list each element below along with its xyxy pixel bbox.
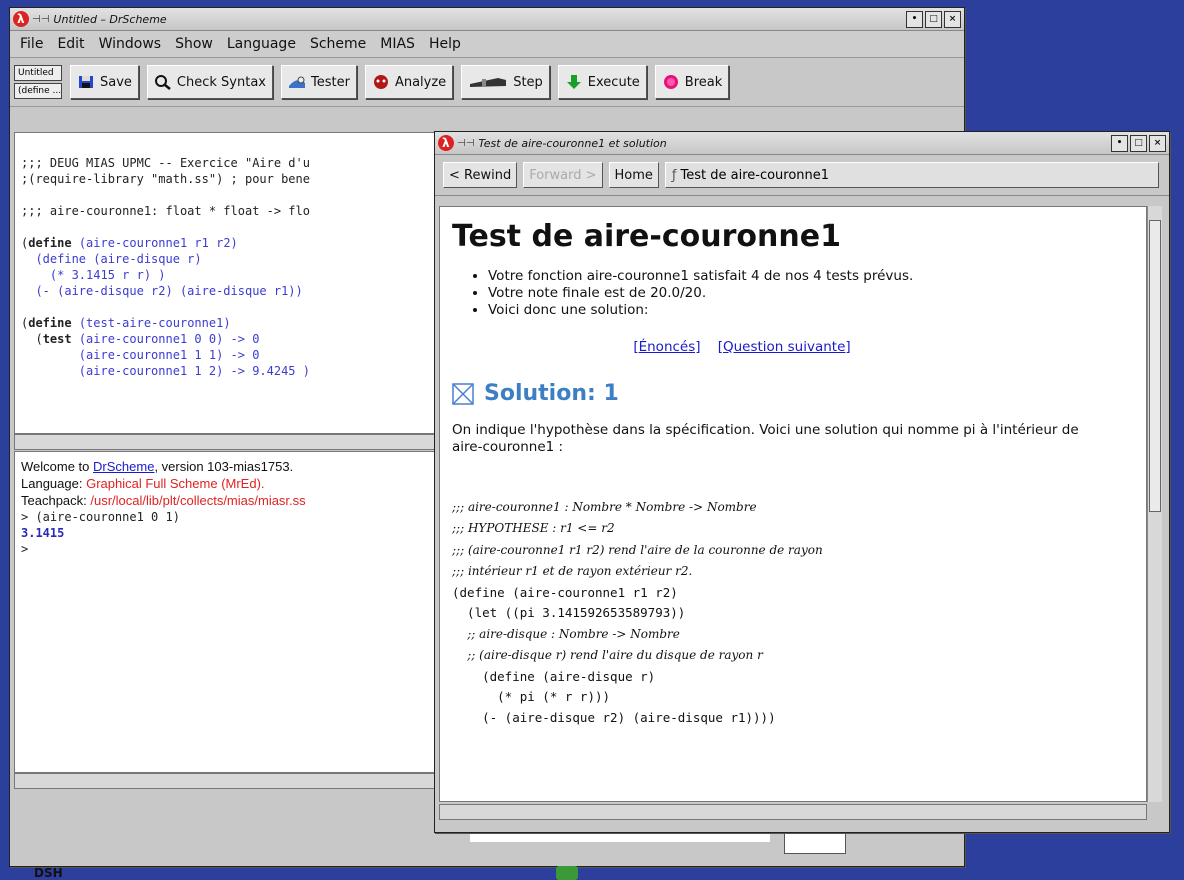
- save-button[interactable]: Save: [70, 65, 139, 99]
- execute-button[interactable]: Execute: [557, 65, 647, 99]
- code-line: (test-aire-couronne1): [78, 316, 231, 330]
- define-menu-button[interactable]: (define ...): [14, 83, 62, 99]
- analyze-button[interactable]: Analyze: [364, 65, 454, 99]
- minimize-button[interactable]: •: [1111, 134, 1128, 152]
- menu-edit[interactable]: Edit: [57, 36, 84, 52]
- taskbar-label[interactable]: DSH: [34, 866, 63, 880]
- rewind-button[interactable]: < Rewind: [443, 162, 518, 188]
- menu-language[interactable]: Language: [227, 36, 296, 52]
- list-item: Voici donc une solution:: [488, 302, 1146, 319]
- stop-icon: [663, 75, 678, 89]
- help-navbar: < Rewind Forward > Home ƒ Test de aire-c…: [435, 155, 1169, 196]
- page-title: Test de aire-couronne1: [452, 219, 841, 254]
- page-icon: ƒ: [671, 167, 677, 183]
- filename-button[interactable]: Untitled: [14, 65, 62, 81]
- code-comment: ;;; aire-couronne1 : Nombre * Nombre -> …: [452, 499, 757, 514]
- break-button[interactable]: Break: [654, 65, 730, 99]
- drscheme-titlebar[interactable]: λ ⊣⊣ Untitled – DrScheme • □ ×: [10, 8, 964, 31]
- magnifier-icon: [154, 75, 171, 90]
- code-line: (aire-couronne1 r1 r2): [78, 236, 238, 250]
- drscheme-logo-icon: λ: [13, 11, 29, 27]
- maximize-button[interactable]: □: [1130, 134, 1147, 152]
- toolbar: Untitled (define ...) Save Check Syntax …: [10, 58, 964, 107]
- step-foot-icon: [470, 78, 507, 87]
- tester-icon: [289, 76, 305, 88]
- status-field: [784, 832, 846, 854]
- code-comment: ;;; (aire-couronne1 r1 r2) rend l'aire d…: [452, 542, 823, 557]
- help-vscrollbar[interactable]: [1147, 206, 1162, 802]
- pin-icon[interactable]: ⊣⊣: [457, 138, 474, 149]
- minimize-button[interactable]: •: [906, 10, 923, 28]
- collapse-box-icon[interactable]: [452, 382, 474, 405]
- code-line: (- (aire-disque r2) (aire-disque r1)))): [452, 709, 776, 725]
- pin-icon[interactable]: ⊣⊣: [32, 14, 49, 25]
- scroll-thumb[interactable]: [1149, 220, 1161, 512]
- analyze-bug-icon: [373, 75, 388, 89]
- down-arrow-icon: [566, 75, 581, 89]
- next-question-link[interactable]: [Question suivante]: [718, 339, 851, 355]
- code-line: (aire-couronne1 0 0) -> 0: [78, 332, 260, 346]
- close-button[interactable]: ×: [1149, 134, 1166, 152]
- code-line: (* pi (* r r))): [452, 689, 611, 704]
- code-keyword: define: [28, 236, 72, 250]
- help-content[interactable]: Test de aire-couronne1 Votre fonction ai…: [439, 206, 1147, 802]
- code-line: (aire-couronne1 1 2) -> 9.4245 ): [78, 364, 310, 378]
- code-line: (define (aire-disque r): [21, 252, 202, 266]
- code-comment: ;;; HYPOTHESE : r1 <= r2: [452, 521, 615, 535]
- list-item: Votre fonction aire-couronne1 satisfait …: [488, 268, 1146, 285]
- result-list: Votre fonction aire-couronne1 satisfait …: [452, 268, 1146, 319]
- check-syntax-button[interactable]: Check Syntax: [146, 65, 273, 99]
- code-comment: ;(require-library "math.ss") ; pour bene: [21, 172, 310, 186]
- menu-bar: File Edit Windows Show Language Scheme M…: [10, 31, 964, 58]
- menu-file[interactable]: File: [20, 36, 43, 52]
- tester-button[interactable]: Tester: [281, 65, 357, 99]
- enonces-link[interactable]: [Énoncés]: [633, 339, 700, 355]
- code-comment: ;; (aire-disque r) rend l'aire du disque…: [452, 648, 763, 662]
- status-field: [470, 832, 770, 842]
- code-line: (- (aire-disque r2) (aire-disque r1)): [21, 284, 303, 298]
- menu-scheme[interactable]: Scheme: [310, 36, 366, 52]
- solution-code: ;;; aire-couronne1 : Nombre * Nombre -> …: [452, 476, 1146, 747]
- help-titlebar[interactable]: λ ⊣⊣ Test de aire-couronne1 et solution …: [435, 132, 1169, 155]
- code-comment: ;; aire-disque : Nombre -> Nombre: [452, 626, 680, 641]
- location-dropdown[interactable]: ƒ Test de aire-couronne1: [664, 162, 1159, 188]
- step-button[interactable]: Step: [461, 65, 550, 99]
- solution-heading: Solution: 1: [484, 381, 619, 406]
- drscheme-logo-icon: λ: [438, 135, 454, 151]
- code-keyword: define: [28, 316, 72, 330]
- close-button[interactable]: ×: [944, 10, 961, 28]
- help-window-title: Test de aire-couronne1 et solution: [478, 136, 667, 150]
- code-line: (let ((pi 3.141592653589793)): [452, 605, 686, 620]
- forward-button[interactable]: Forward >: [523, 162, 603, 188]
- list-item: Votre note finale est de 20.0/20.: [488, 285, 1146, 302]
- code-line: (* 3.1415 r r) ): [21, 268, 166, 282]
- menu-windows[interactable]: Windows: [99, 36, 162, 52]
- window-title: Untitled – DrScheme: [53, 12, 167, 26]
- teachpack-value: /usr/local/lib/plt/collects/mias/miasr.s…: [90, 493, 306, 508]
- help-hscrollbar[interactable]: [439, 804, 1147, 820]
- solution-intro: On indique l'hypothèse dans la spécifica…: [452, 422, 1079, 455]
- code-line: (define (aire-couronne1 r1 r2): [452, 584, 678, 600]
- code-line: (define (aire-disque r): [452, 668, 656, 684]
- code-line: (aire-couronne1 1 1) -> 0: [78, 348, 260, 362]
- save-icon: [79, 76, 93, 88]
- taskbar-icon[interactable]: [556, 866, 578, 880]
- code-comment: ;;; intérieur r1 et de rayon extérieur r…: [452, 564, 693, 578]
- drscheme-link[interactable]: DrScheme: [93, 459, 154, 474]
- code-comment: ;;; DEUG MIAS UPMC -- Exercice "Aire d'u: [21, 156, 310, 170]
- menu-help[interactable]: Help: [429, 36, 461, 52]
- home-button[interactable]: Home: [608, 162, 659, 188]
- menu-show[interactable]: Show: [175, 36, 213, 52]
- code-comment: ;;; aire-couronne1: float * float -> flo: [21, 204, 310, 218]
- code-keyword: test: [42, 332, 72, 346]
- language-value: Graphical Full Scheme (MrEd).: [86, 476, 265, 491]
- maximize-button[interactable]: □: [925, 10, 942, 28]
- help-window: λ ⊣⊣ Test de aire-couronne1 et solution …: [434, 131, 1170, 833]
- menu-mias[interactable]: MIAS: [380, 36, 415, 52]
